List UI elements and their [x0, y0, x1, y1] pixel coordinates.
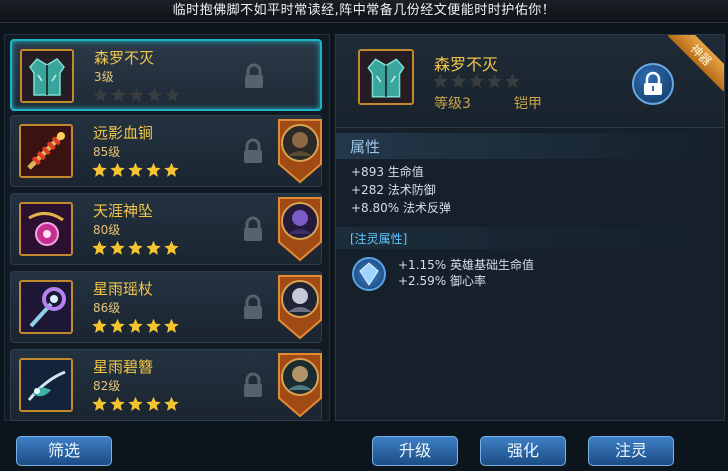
star-icon — [146, 240, 161, 255]
top-message: 临时抱佛脚不如平时常读经,阵中常备几份经文便能时时护佑你！ — [172, 3, 556, 18]
star-rating — [92, 87, 182, 107]
lock-icon[interactable] — [241, 372, 265, 398]
enhance-button[interactable]: 强化 — [480, 436, 566, 466]
star-icon — [146, 318, 161, 333]
list-item[interactable]: 星雨碧簪 82级 — [10, 349, 322, 421]
star-icon — [129, 87, 144, 102]
item-name: 森罗不灭 — [94, 49, 155, 67]
ribbon-label: 神器 — [668, 35, 724, 91]
star-icon — [164, 240, 179, 255]
star-rating — [432, 73, 522, 93]
infuse-line: +1.15% 英雄基础生命值 — [398, 258, 534, 272]
lock-icon[interactable] — [242, 63, 266, 89]
top-banner: 临时抱佛脚不如平时常读经,阵中常备几份经文便能时时护佑你！ — [0, 0, 728, 23]
attributes-header: 属性 — [336, 133, 724, 159]
pendant-icon — [19, 202, 73, 256]
star-icon — [110, 240, 125, 255]
lock-icon[interactable] — [241, 294, 265, 320]
armor-icon — [358, 49, 414, 105]
star-icon — [146, 162, 161, 177]
item-level: 80级 — [93, 223, 121, 237]
star-icon — [93, 87, 108, 102]
star-icon — [110, 318, 125, 333]
attribute-line: +893 生命值 — [351, 165, 424, 179]
hero-portrait[interactable] — [277, 118, 323, 184]
hero-portrait[interactable] — [277, 352, 323, 418]
star-icon — [164, 396, 179, 411]
star-icon — [128, 162, 143, 177]
item-name: 星雨碧簪 — [93, 358, 154, 376]
artifact-ribbon: 神器 — [668, 35, 724, 91]
star-icon — [92, 240, 107, 255]
star-icon — [128, 396, 143, 411]
item-level: 85级 — [93, 145, 121, 159]
star-icon — [92, 162, 107, 177]
staff-icon — [19, 280, 73, 334]
star-icon — [505, 73, 520, 88]
list-item[interactable]: 星雨瑶杖 86级 — [10, 271, 322, 343]
gem-icon — [352, 257, 386, 291]
attribute-line: +8.80% 法术反弹 — [351, 201, 451, 215]
list-item[interactable]: 森罗不灭 3级 — [10, 39, 322, 111]
lock-icon[interactable] — [241, 216, 265, 242]
hero-portrait[interactable] — [277, 274, 323, 340]
detail-panel: 森罗不灭 等级3 铠甲 神器 属性 +893 生命值 +282 法术防御 +8.… — [335, 34, 725, 421]
star-icon — [165, 87, 180, 102]
star-icon — [146, 396, 161, 411]
item-level: 82级 — [93, 379, 121, 393]
item-name: 天涯神坠 — [93, 202, 154, 220]
star-icon — [147, 87, 162, 102]
attributes-list: +893 生命值 +282 法术防御 +8.80% 法术反弹 — [351, 163, 451, 217]
item-level: 86级 — [93, 301, 121, 315]
infuse-line: +2.59% 御心率 — [398, 274, 486, 288]
lock-icon — [644, 71, 662, 95]
detail-header: 森罗不灭 等级3 铠甲 神器 — [336, 35, 724, 128]
star-icon — [92, 318, 107, 333]
star-icon — [110, 396, 125, 411]
attribute-line: +282 法术防御 — [351, 183, 436, 197]
star-rating — [91, 396, 181, 416]
lock-icon[interactable] — [241, 138, 265, 164]
star-icon — [128, 240, 143, 255]
infuse-header: [注灵属性] — [336, 227, 724, 249]
equipment-list: 森罗不灭 3级 远影血锏 85级 天涯神坠 80级 星雨瑶杖 86级 星雨碧簪 … — [4, 34, 330, 421]
armor-icon — [20, 49, 74, 103]
mace-icon — [19, 124, 73, 178]
infuse-button[interactable]: 注灵 — [588, 436, 674, 466]
detail-type: 铠甲 — [514, 96, 542, 112]
star-rating — [91, 240, 181, 260]
infuse-list: +1.15% 英雄基础生命值 +2.59% 御心率 — [398, 257, 534, 289]
star-icon — [128, 318, 143, 333]
star-rating — [91, 318, 181, 338]
item-name: 星雨瑶杖 — [93, 280, 154, 298]
list-item[interactable]: 天涯神坠 80级 — [10, 193, 322, 265]
filter-button[interactable]: 筛选 — [16, 436, 112, 466]
star-icon — [164, 162, 179, 177]
star-icon — [111, 87, 126, 102]
star-icon — [92, 396, 107, 411]
star-icon — [433, 73, 448, 88]
star-icon — [469, 73, 484, 88]
item-name: 远影血锏 — [93, 124, 154, 142]
list-item[interactable]: 远影血锏 85级 — [10, 115, 322, 187]
infuse-title: [注灵属性] — [350, 232, 408, 246]
item-level: 3级 — [94, 70, 114, 84]
star-icon — [110, 162, 125, 177]
detail-level: 等级3 — [434, 96, 471, 112]
attributes-title: 属性 — [350, 138, 381, 156]
star-rating — [91, 162, 181, 182]
star-icon — [487, 73, 502, 88]
star-icon — [164, 318, 179, 333]
hairpin-icon — [19, 358, 73, 412]
upgrade-button[interactable]: 升级 — [372, 436, 458, 466]
hero-portrait[interactable] — [277, 196, 323, 262]
detail-name: 森罗不灭 — [434, 55, 499, 74]
star-icon — [451, 73, 466, 88]
